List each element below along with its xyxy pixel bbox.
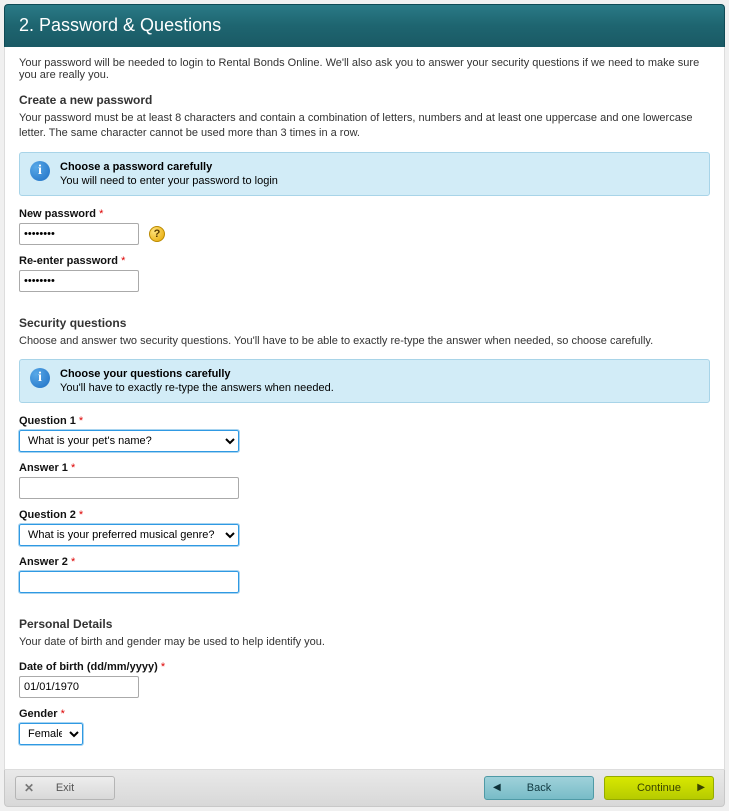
reenter-password-input[interactable]	[19, 270, 139, 292]
question2-select[interactable]: What is your preferred musical genre?	[19, 524, 239, 546]
question1-select[interactable]: What is your pet's name?	[19, 430, 239, 452]
gender-select[interactable]: Female	[19, 723, 83, 745]
back-button[interactable]: ◀ Back	[484, 776, 594, 800]
intro-text: Your password will be needed to login to…	[19, 57, 710, 81]
panel-header: 2. Password & Questions	[4, 4, 725, 47]
personal-details-desc: Your date of birth and gender may be use…	[19, 635, 710, 650]
create-password-desc: Your password must be at least 8 charact…	[19, 111, 710, 142]
answer2-label: Answer 2 *	[19, 556, 710, 568]
back-button-label: Back	[527, 782, 551, 794]
form-content: Your password will be needed to login to…	[4, 47, 725, 770]
arrow-left-icon: ◀	[493, 782, 501, 793]
new-password-input[interactable]	[19, 223, 139, 245]
dob-input[interactable]	[19, 676, 139, 698]
security-questions-desc: Choose and answer two security questions…	[19, 334, 710, 349]
gender-label: Gender *	[19, 708, 710, 720]
required-marker: *	[79, 509, 83, 521]
continue-button-label: Continue	[637, 782, 681, 794]
password-info-box: i Choose a password carefully You will n…	[19, 152, 710, 196]
required-marker: *	[99, 208, 103, 220]
question1-label: Question 1 *	[19, 415, 710, 427]
required-marker: *	[121, 255, 125, 267]
required-marker: *	[61, 708, 65, 720]
personal-details-heading: Personal Details	[19, 617, 710, 631]
close-icon: ✕	[24, 781, 34, 795]
security-questions-heading: Security questions	[19, 316, 710, 330]
answer1-label: Answer 1 *	[19, 462, 710, 474]
security-info-box: i Choose your questions carefully You'll…	[19, 359, 710, 403]
password-info-body: You will need to enter your password to …	[60, 175, 278, 187]
security-info-body: You'll have to exactly re-type the answe…	[60, 382, 334, 394]
security-info-title: Choose your questions carefully	[60, 368, 334, 380]
new-password-label-text: New password	[19, 208, 96, 220]
dob-label: Date of birth (dd/mm/yyyy) *	[19, 661, 710, 673]
continue-button[interactable]: Continue ▶	[604, 776, 714, 800]
help-icon[interactable]: ?	[149, 226, 165, 242]
arrow-right-icon: ▶	[697, 782, 705, 793]
footer-bar: ✕ Exit ◀ Back Continue ▶	[4, 770, 725, 807]
exit-button-label: Exit	[56, 782, 74, 794]
required-marker: *	[161, 661, 165, 673]
reenter-password-label: Re-enter password *	[19, 255, 710, 267]
page-title: 2. Password & Questions	[19, 15, 221, 35]
question2-label-text: Question 2	[19, 509, 76, 521]
answer2-input[interactable]	[19, 571, 239, 593]
answer1-input[interactable]	[19, 477, 239, 499]
required-marker: *	[71, 556, 75, 568]
info-icon: i	[30, 368, 50, 388]
password-info-title: Choose a password carefully	[60, 161, 278, 173]
answer2-label-text: Answer 2	[19, 556, 68, 568]
required-marker: *	[71, 462, 75, 474]
question2-label: Question 2 *	[19, 509, 710, 521]
exit-button[interactable]: ✕ Exit	[15, 776, 115, 800]
info-icon: i	[30, 161, 50, 181]
dob-label-text: Date of birth (dd/mm/yyyy)	[19, 661, 158, 673]
new-password-label: New password *	[19, 208, 710, 220]
password-info-text: Choose a password carefully You will nee…	[60, 161, 278, 187]
reenter-password-label-text: Re-enter password	[19, 255, 118, 267]
security-info-text: Choose your questions carefully You'll h…	[60, 368, 334, 394]
question1-label-text: Question 1	[19, 415, 76, 427]
gender-label-text: Gender	[19, 708, 58, 720]
answer1-label-text: Answer 1	[19, 462, 68, 474]
required-marker: *	[79, 415, 83, 427]
create-password-heading: Create a new password	[19, 93, 710, 107]
